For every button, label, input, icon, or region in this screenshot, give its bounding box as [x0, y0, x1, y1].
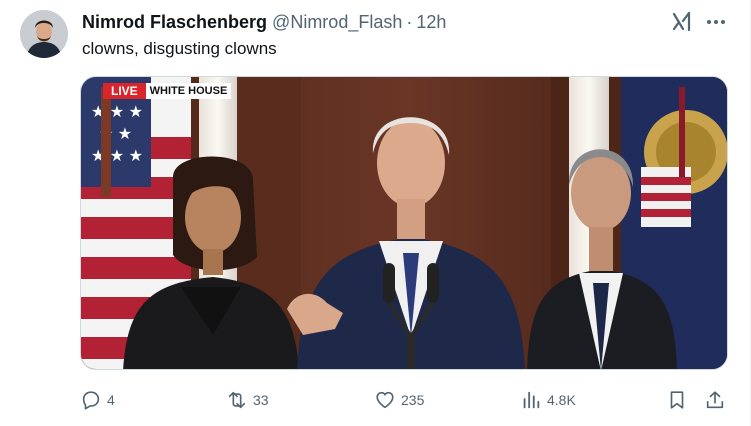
bookmark-button[interactable]: [666, 386, 688, 414]
separator-dot: ·: [406, 11, 413, 32]
reply-button[interactable]: 4: [80, 386, 115, 414]
share-button[interactable]: [704, 386, 726, 414]
reply-count: 4: [107, 392, 115, 408]
svg-text:★ ★ ★: ★ ★ ★: [91, 148, 143, 165]
like-count: 235: [401, 392, 425, 408]
video-still-image: ★ ★ ★ ★ ★ ★ ★ ★: [81, 77, 727, 369]
grok-icon[interactable]: [670, 10, 694, 34]
views-icon: [523, 391, 540, 409]
avatar[interactable]: [20, 10, 68, 58]
repost-count: 33: [253, 392, 269, 408]
svg-text:★ ★ ★: ★ ★ ★: [91, 104, 143, 121]
tweet-media[interactable]: ★ ★ ★ ★ ★ ★ ★ ★ LIVE WHITE HOUSE: [80, 76, 728, 370]
views-button[interactable]: 4.8K: [520, 386, 576, 414]
views-count: 4.8K: [547, 392, 576, 408]
live-label: LIVE: [103, 83, 146, 99]
live-badge: LIVE WHITE HOUSE: [103, 83, 232, 99]
repost-button[interactable]: 33: [226, 386, 269, 414]
share-icon: [706, 391, 724, 409]
tweet[interactable]: Nimrod Flaschenberg @Nimrod_Flash · 12h …: [0, 0, 751, 426]
like-icon: [376, 391, 394, 409]
profile-photo-icon: [20, 10, 68, 58]
location-label: WHITE HOUSE: [145, 83, 232, 99]
author-handle[interactable]: @Nimrod_Flash: [272, 12, 402, 33]
like-button[interactable]: 235: [374, 386, 424, 414]
repost-icon: [228, 391, 246, 409]
bookmark-icon: [670, 391, 684, 409]
reply-icon: [82, 391, 100, 410]
action-bar: 4 33 235 4.8K: [80, 386, 730, 414]
tweet-timestamp[interactable]: 12h: [416, 12, 446, 33]
tweet-header: Nimrod Flaschenberg @Nimrod_Flash · 12h: [82, 11, 446, 33]
tweet-text: clowns, disgusting clowns: [82, 39, 277, 58]
author-display-name[interactable]: Nimrod Flaschenberg: [82, 12, 267, 33]
more-icon[interactable]: [704, 10, 728, 34]
